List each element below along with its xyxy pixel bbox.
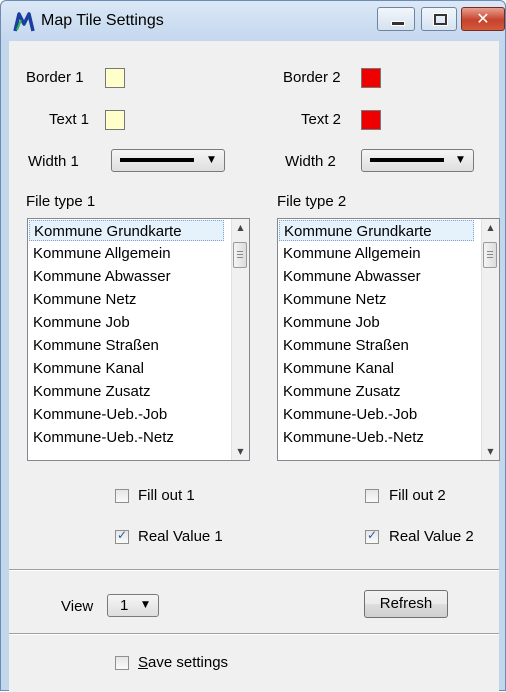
width2-dropdown[interactable]: ▼ [361,149,474,172]
list-item[interactable]: Kommune Straßen [279,335,474,356]
text2-label: Text 2 [301,111,342,128]
save-settings-checkbox[interactable] [115,656,129,670]
scroll-thumb[interactable] [483,242,497,268]
checkmark-icon: ✓ [116,528,128,542]
real-value1-checkbox[interactable]: ✓ [115,528,129,544]
view-dropdown[interactable]: 1 ▼ [107,594,159,617]
list-item[interactable]: Kommune Allgemein [279,243,474,264]
scroll-down-icon[interactable]: ▼ [482,443,499,460]
maximize-button[interactable] [421,7,457,31]
scroll-up-icon[interactable]: ▲ [232,219,249,236]
border2-label: Border 2 [283,69,341,86]
save-settings-label: Save settings [138,654,229,671]
list-item[interactable]: Kommune Allgemein [29,243,224,264]
thumb-grip-line [487,254,493,255]
app-logo-icon [13,12,35,32]
list-item[interactable]: Kommune Job [29,312,224,333]
chevron-down-icon: ▼ [208,155,215,165]
width1-dropdown[interactable]: ▼ [111,149,225,172]
real-value2-checkbox[interactable]: ✓ [365,528,379,544]
border1-color-swatch[interactable] [105,68,125,88]
width1-label: Width 1 [28,153,79,170]
list-item[interactable]: Kommune Netz [29,289,224,310]
map-tile-settings-window: Map Tile Settings ✕ Border 1 Text 1 Widt… [0,0,506,692]
file-type2-label: File type 2 [277,193,347,210]
list-item[interactable]: Kommune Zusatz [279,381,474,402]
checkmark-icon: ✓ [366,528,378,542]
list-item[interactable]: Kommune Abwasser [29,266,224,287]
list-item[interactable]: Kommune Grundkarte [29,220,224,241]
close-icon: ✕ [476,9,490,28]
scroll-down-icon[interactable]: ▼ [232,443,249,460]
real-value2-label: Real Value 2 [389,528,474,545]
refresh-button[interactable]: Refresh [364,590,448,618]
file-type2-listbox[interactable]: Kommune Grundkarte Kommune Allgemein Kommu… [277,218,500,461]
view-value: 1 [120,597,129,614]
thumb-grip-line [237,251,243,252]
view-label: View [61,598,94,615]
chevron-down-icon: ▼ [457,155,464,165]
thumb-grip-line [487,251,493,252]
list-item[interactable]: Kommune-Ueb.-Netz [29,427,224,448]
list-item[interactable]: Kommune Abwasser [279,266,474,287]
list-item[interactable]: Kommune Kanal [29,358,224,379]
real-value1-label: Real Value 1 [138,528,223,545]
text1-label: Text 1 [49,111,90,128]
fill-out2-checkbox[interactable] [365,489,379,503]
close-button[interactable]: ✕ [461,7,505,31]
file-type2-scrollbar[interactable]: ▲ ▼ [481,219,499,460]
list-item[interactable]: Kommune Straßen [29,335,224,356]
text1-color-swatch[interactable] [105,110,125,130]
chevron-down-icon: ▼ [142,600,149,610]
text2-color-swatch[interactable] [361,110,381,130]
file-type1-label: File type 1 [26,193,96,210]
list-item[interactable]: Kommune-Ueb.-Netz [279,427,474,448]
title-bar[interactable]: Map Tile Settings ✕ [1,1,505,41]
file-type1-scrollbar[interactable]: ▲ ▼ [231,219,249,460]
line-width-sample [370,158,444,162]
border1-label: Border 1 [26,69,84,86]
separator [9,569,499,571]
scroll-up-icon[interactable]: ▲ [482,219,499,236]
dialog-body: Border 1 Text 1 Width 1 ▼ File type 1 Ko… [9,41,500,692]
list-item[interactable]: Kommune-Ueb.-Job [279,404,474,425]
minimize-button[interactable] [377,7,415,31]
window-title: Map Tile Settings [41,12,164,29]
fill-out2-label: Fill out 2 [389,487,446,504]
separator [9,633,499,635]
list-item[interactable]: Kommune Netz [279,289,474,310]
line-width-sample [120,158,194,162]
thumb-grip-line [487,257,493,258]
list-item[interactable]: Kommune Grundkarte [279,220,474,241]
thumb-grip-line [237,257,243,258]
fill-out1-checkbox[interactable] [115,489,129,503]
list-item[interactable]: Kommune Kanal [279,358,474,379]
list-item[interactable]: Kommune Zusatz [29,381,224,402]
border2-color-swatch[interactable] [361,68,381,88]
minimize-icon [391,21,405,26]
width2-label: Width 2 [285,153,336,170]
maximize-icon [434,14,447,25]
scroll-thumb[interactable] [233,242,247,268]
thumb-grip-line [237,254,243,255]
list-item[interactable]: Kommune Job [279,312,474,333]
fill-out1-label: Fill out 1 [138,487,195,504]
file-type1-listbox[interactable]: Kommune Grundkarte Kommune Allgemein Kommu… [27,218,250,461]
list-item[interactable]: Kommune-Ueb.-Job [29,404,224,425]
